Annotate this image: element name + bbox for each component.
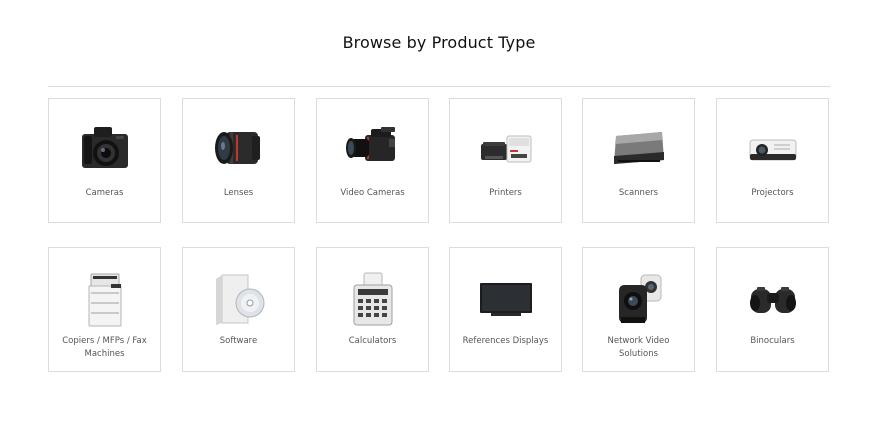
category-tile-printers[interactable]: Printers [449,98,562,223]
category-label: Video Cameras [340,188,405,198]
projector-icon [741,117,805,179]
category-tile-binoculars[interactable]: Binoculars [716,247,829,372]
category-tile-scanners[interactable]: Scanners [582,98,695,223]
category-tile-lenses[interactable]: Lenses [182,98,295,223]
category-label: References Displays [462,336,549,346]
page-title: Browse by Product Type [342,33,536,52]
category-label: Lenses [223,188,254,198]
category-tile-projectors[interactable]: Projectors [716,98,829,223]
software-icon [207,268,271,330]
category-label: Projectors [751,188,794,198]
camera-icon [73,117,137,179]
printer-icon [474,117,538,179]
category-label: Calculators [348,336,397,346]
binoculars-icon [741,268,805,330]
category-tile-reference-displays[interactable]: References Displays [449,247,562,372]
video-camera-icon [341,117,405,179]
display-icon [474,268,538,330]
copier-icon [73,268,137,330]
category-label: Copiers / MFPs / Fax Machines [62,336,147,359]
category-tile-copiers[interactable]: Copiers / MFPs / Fax Machines [48,247,161,372]
category-tile-calculators[interactable]: Calculators [316,247,429,372]
calculator-icon [341,268,405,330]
category-tile-software[interactable]: Software [182,247,295,372]
lens-icon [207,117,271,179]
category-label: Cameras [85,188,124,198]
divider [48,86,830,87]
category-label: Network Video Solutions [607,336,670,359]
category-label: Software [219,336,258,346]
network-camera-icon [607,268,671,330]
scanner-icon [607,117,671,179]
category-tile-network-video[interactable]: Network Video Solutions [582,247,695,372]
category-label: Printers [489,188,522,198]
category-label: Scanners [618,188,659,198]
category-tile-cameras[interactable]: Cameras [48,98,161,223]
category-tile-video-cameras[interactable]: Video Cameras [316,98,429,223]
category-label: Binoculars [750,336,795,346]
